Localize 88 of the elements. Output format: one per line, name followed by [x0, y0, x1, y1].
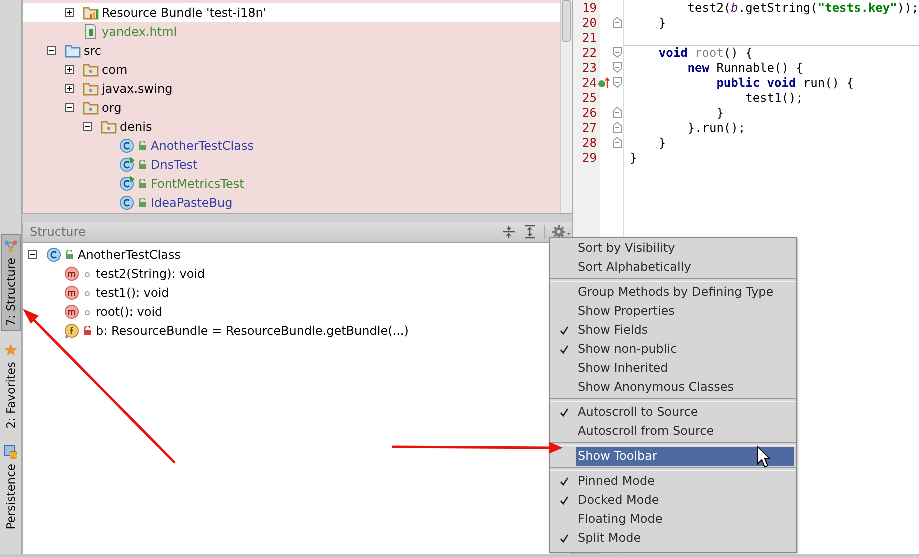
code-line: test2(b.getString("tests.key")); [686, 0, 919, 14]
lock-icon [138, 160, 147, 170]
runnable-class-icon [119, 176, 135, 192]
line-number: 23 [582, 60, 597, 74]
method-icon [64, 266, 80, 282]
tree-item[interactable]: javax.swing [23, 79, 560, 98]
fold-icon[interactable] [612, 77, 622, 88]
expand-toggle-icon[interactable] [65, 8, 74, 17]
package-icon [83, 80, 99, 96]
expand-toggle-icon[interactable] [65, 103, 74, 112]
structure-icon [4, 239, 18, 253]
splitter-handle[interactable] [22, 213, 572, 222]
expand-all-icon[interactable] [523, 225, 537, 239]
line-number: 28 [582, 136, 597, 150]
code-line: } [658, 16, 666, 30]
lock-icon [138, 178, 147, 188]
code-line: } [716, 106, 724, 120]
package-icon [101, 118, 117, 134]
line-number: 22 [582, 46, 597, 60]
database-icon [4, 445, 18, 460]
implements-icon[interactable] [598, 76, 610, 88]
menu-item[interactable]: Docked Mode [550, 491, 796, 510]
tree-item[interactable]: src [23, 41, 560, 60]
html-file-icon [83, 24, 99, 40]
method-icon [64, 284, 80, 300]
menu-item[interactable]: Pinned Mode [550, 472, 796, 491]
tree-item[interactable]: AnotherTestClass [23, 136, 560, 155]
code-line: } [658, 136, 666, 150]
line-number: 19 [582, 0, 597, 14]
lock-icon [138, 140, 147, 150]
menu-item[interactable]: Show Anonymous Classes [550, 378, 796, 397]
fold-icon[interactable] [612, 47, 622, 58]
line-number: 20 [582, 16, 597, 30]
class-icon [119, 194, 135, 210]
field-icon [64, 322, 80, 338]
code-line: }.run(); [686, 120, 746, 134]
line-number: 25 [582, 90, 597, 104]
folder-icon [65, 42, 81, 58]
fold-icon[interactable] [612, 122, 622, 133]
line-number: 29 [582, 150, 597, 164]
line-number: 24 [582, 76, 597, 90]
method-icon [64, 304, 80, 320]
line-number: 27 [582, 120, 597, 134]
scrollbar[interactable] [560, 0, 572, 213]
expand-toggle-icon[interactable] [65, 65, 74, 74]
menu-item[interactable]: Show non-public [550, 340, 796, 359]
fold-icon[interactable] [612, 62, 622, 73]
fold-icon[interactable] [612, 17, 622, 28]
mouse-pointer-icon [758, 446, 772, 468]
expand-toggle-icon[interactable] [28, 250, 37, 259]
collapse-all-icon[interactable] [502, 225, 516, 239]
panel-title: Structure [30, 225, 87, 239]
tree-item[interactable]: Resource Bundle 'test-i18n' [23, 3, 560, 22]
tool-window-tab[interactable]: 7: Structure [0, 234, 20, 332]
menu-item[interactable]: Floating Mode [550, 510, 796, 529]
line-number: 21 [582, 30, 597, 44]
code-line: new Runnable() { [686, 60, 804, 74]
tool-window-tab[interactable]: 2: Favorites [0, 339, 20, 434]
expand-toggle-icon[interactable] [65, 84, 74, 93]
fold-icon[interactable] [612, 107, 622, 118]
tool-window-tab[interactable]: Persistence [0, 441, 20, 534]
runnable-class-icon [119, 156, 135, 172]
lock-icon [83, 326, 92, 336]
line-number: 26 [582, 106, 597, 120]
expand-toggle-icon[interactable] [47, 46, 56, 55]
bundle-icon [83, 4, 99, 20]
expand-toggle-icon[interactable] [83, 122, 92, 131]
star-icon [4, 343, 18, 358]
tree-item[interactable]: org [23, 98, 560, 117]
code-line: } [630, 150, 638, 164]
menu-item[interactable]: Autoscroll from Source [550, 422, 796, 441]
tree-item[interactable]: IdeaPasteBug [23, 193, 560, 212]
class-icon [46, 246, 62, 262]
lock-icon [65, 250, 74, 260]
class-icon [119, 138, 135, 154]
tree-item[interactable]: com [23, 60, 560, 79]
package-icon [83, 100, 99, 116]
code-line: void root() { [658, 46, 753, 60]
menu-item[interactable]: Autoscroll to Source [550, 403, 796, 422]
code-line: test1(); [744, 90, 804, 104]
code-line: public void run() { [716, 76, 854, 90]
lock-icon [138, 198, 147, 208]
tree-item[interactable]: DnsTest [23, 155, 560, 174]
menu-item[interactable]: Split Mode [550, 529, 796, 548]
fold-icon[interactable] [612, 137, 622, 148]
package-icon [83, 62, 99, 78]
menu-item[interactable]: Show Inherited [550, 359, 796, 378]
tree-item[interactable]: denis [23, 117, 560, 136]
